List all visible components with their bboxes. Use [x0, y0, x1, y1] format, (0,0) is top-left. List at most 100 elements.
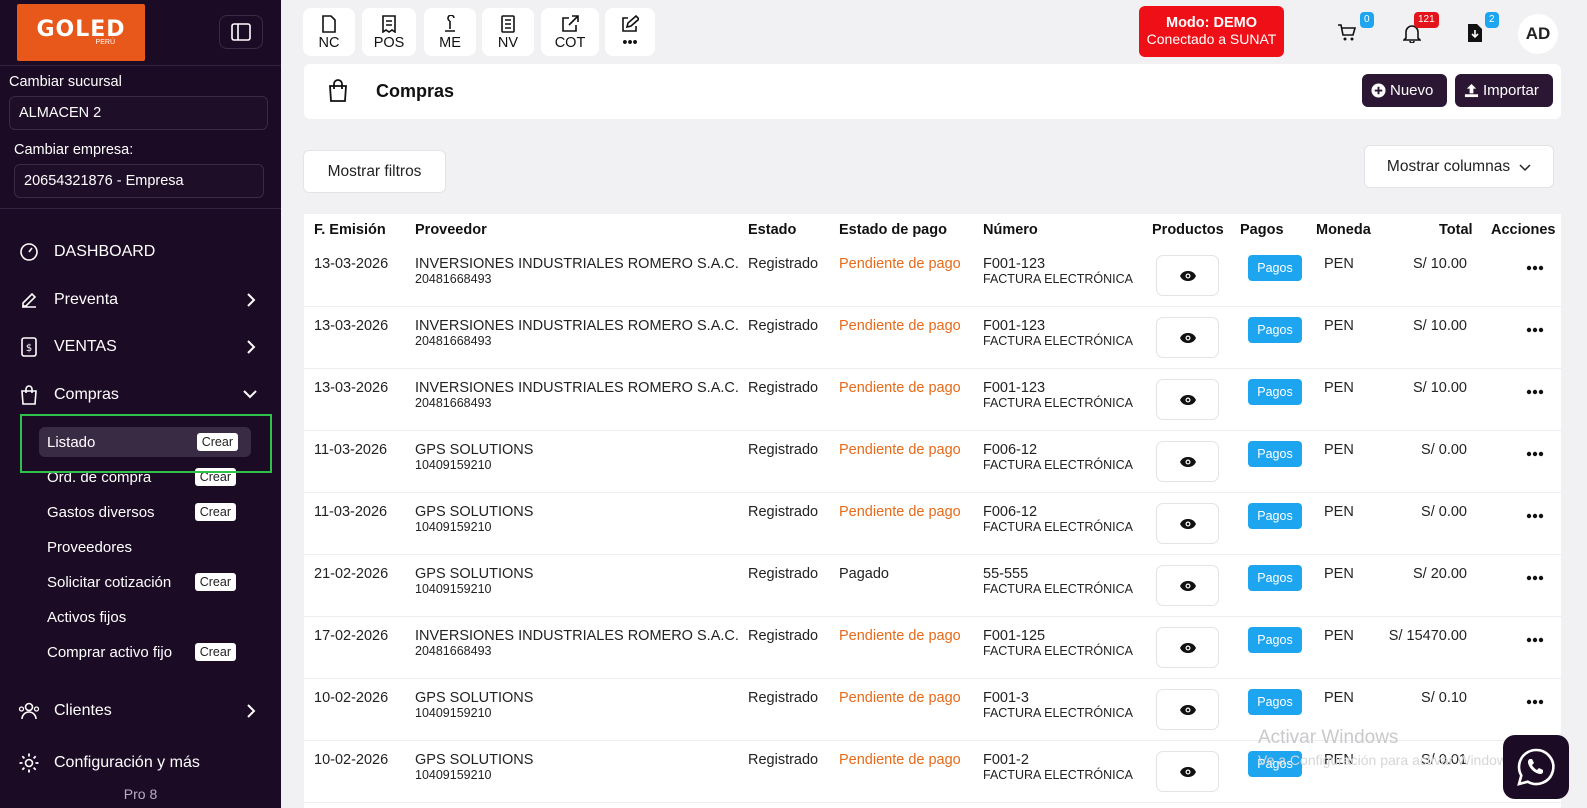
- nav-label: DASHBOARD: [54, 243, 156, 260]
- quick-me-button[interactable]: ME: [424, 8, 476, 56]
- cell-moneda: PEN: [1324, 628, 1354, 644]
- nav-dashboard[interactable]: DASHBOARD: [18, 237, 264, 267]
- crear-button[interactable]: Crear: [194, 573, 236, 591]
- more-actions-icon[interactable]: [1526, 265, 1544, 271]
- company-logo[interactable]: GOLED PERÚ: [17, 4, 145, 61]
- eye-icon: [1179, 270, 1196, 281]
- mode-status-badge[interactable]: Modo: DEMO Conectado a SUNAT: [1139, 6, 1284, 57]
- pagos-button[interactable]: Pagos: [1248, 689, 1302, 715]
- pagos-button[interactable]: Pagos: [1248, 565, 1302, 591]
- eye-icon: [1179, 766, 1196, 777]
- proveedor-name: GPS SOLUTIONS: [415, 504, 534, 520]
- proveedor-ruc: 20481668493: [415, 272, 492, 286]
- nav-clientes[interactable]: Clientes: [18, 696, 264, 726]
- gear-icon: [19, 753, 39, 773]
- nav-label: Configuración y más: [54, 754, 200, 771]
- header-fecha[interactable]: F. Emisión: [314, 222, 386, 238]
- header-proveedor[interactable]: Proveedor: [415, 222, 487, 238]
- more-actions-icon[interactable]: [1526, 637, 1544, 643]
- cell-fecha: 13-03-2026: [314, 318, 389, 334]
- pagos-button[interactable]: Pagos: [1248, 255, 1302, 281]
- quick-cot-button[interactable]: COT: [541, 8, 599, 56]
- windows-watermark-title: Activar Windows: [1258, 727, 1399, 748]
- import-button[interactable]: Importar: [1455, 74, 1553, 107]
- quick-nv-button[interactable]: NV: [482, 8, 534, 56]
- quick-pos-button[interactable]: POS: [362, 8, 416, 56]
- receipt-icon: [382, 15, 396, 33]
- company-select[interactable]: 20654321876 - Empresa: [14, 164, 264, 198]
- numero-tipo: FACTURA ELECTRÓNICA: [983, 582, 1134, 596]
- more-actions-icon[interactable]: [1526, 327, 1544, 333]
- header-moneda[interactable]: Moneda: [1316, 222, 1371, 238]
- view-products-button[interactable]: [1156, 503, 1219, 544]
- crear-button[interactable]: Crear: [194, 643, 236, 661]
- header-acciones[interactable]: Acciones: [1491, 222, 1555, 238]
- sub-item-comprar-activo[interactable]: Comprar activo fijo Crear: [47, 637, 239, 667]
- external-link-icon: [562, 15, 579, 32]
- more-actions-icon[interactable]: [1526, 389, 1544, 395]
- cell-moneda: PEN: [1324, 690, 1354, 706]
- pagos-button[interactable]: Pagos: [1248, 317, 1302, 343]
- more-actions-icon[interactable]: [1526, 451, 1544, 457]
- cell-proveedor: INVERSIONES INDUSTRIALES ROMERO S.A.C. 20…: [415, 318, 739, 348]
- table-row: 21-02-2026 GPS SOLUTIONS 10409159210 Regist…: [304, 555, 1561, 617]
- crear-button[interactable]: Crear: [194, 503, 236, 521]
- cell-estado: Registrado: [748, 566, 819, 582]
- proveedor-ruc: 20481668493: [415, 396, 492, 410]
- import-button-label: Importar: [1483, 82, 1539, 99]
- more-actions-icon[interactable]: [1526, 575, 1544, 581]
- sidebar-toggle-icon: [231, 23, 251, 41]
- more-actions-icon[interactable]: [1526, 699, 1544, 705]
- header-numero[interactable]: Número: [983, 222, 1038, 238]
- pagos-button[interactable]: Pagos: [1248, 503, 1302, 529]
- show-filters-button[interactable]: Mostrar filtros: [303, 150, 446, 193]
- pagos-button[interactable]: Pagos: [1248, 627, 1302, 653]
- numero-value: F006-12: [983, 504, 1038, 520]
- nav-compras[interactable]: Compras: [18, 380, 264, 410]
- view-products-button[interactable]: [1156, 317, 1219, 358]
- sub-item-gastos[interactable]: Gastos diversos Crear: [47, 497, 239, 527]
- view-products-button[interactable]: [1156, 441, 1219, 482]
- page-title: Compras: [376, 81, 455, 101]
- user-avatar[interactable]: AD: [1518, 14, 1558, 54]
- quick-nc-button[interactable]: NC: [303, 8, 355, 56]
- nav-configuracion[interactable]: Configuración y más: [18, 748, 264, 778]
- branch-select[interactable]: ALMACEN 2: [9, 96, 268, 130]
- header-estado-pago[interactable]: Estado de pago: [839, 222, 947, 238]
- new-button[interactable]: Nuevo: [1362, 74, 1447, 107]
- quick-more-button[interactable]: •••: [605, 8, 655, 56]
- show-columns-button[interactable]: Mostrar columnas: [1364, 145, 1554, 188]
- more-actions-icon[interactable]: [1526, 513, 1544, 519]
- cart-button[interactable]: [1334, 20, 1360, 46]
- header-pagos[interactable]: Pagos: [1240, 222, 1284, 238]
- sub-item-cotizacion[interactable]: Solicitar cotización Crear: [47, 567, 239, 597]
- sub-item-proveedores[interactable]: Proveedores: [47, 532, 239, 562]
- cell-estado: Registrado: [748, 504, 819, 520]
- view-products-button[interactable]: [1156, 565, 1219, 606]
- pagos-button[interactable]: Pagos: [1248, 441, 1302, 467]
- proveedor-ruc: 10409159210: [415, 768, 492, 782]
- header-productos[interactable]: Productos: [1152, 222, 1224, 238]
- view-products-button[interactable]: [1156, 751, 1219, 792]
- nav-preventa[interactable]: Preventa: [18, 285, 264, 315]
- pagos-button[interactable]: Pagos: [1248, 379, 1302, 405]
- numero-value: F001-3: [983, 690, 1029, 706]
- view-products-button[interactable]: [1156, 255, 1219, 296]
- sidebar-toggle-button[interactable]: [219, 15, 263, 49]
- mode-title: Modo: DEMO: [1165, 15, 1257, 31]
- view-products-button[interactable]: [1156, 689, 1219, 730]
- cell-total: S/ 10.00: [1412, 380, 1467, 396]
- divider: [0, 65, 281, 66]
- cell-moneda: PEN: [1324, 442, 1354, 458]
- header-total[interactable]: Total: [1439, 222, 1473, 238]
- view-products-button[interactable]: [1156, 627, 1219, 668]
- sub-item-activos[interactable]: Activos fijos: [47, 602, 239, 632]
- cell-numero: F006-12 FACTURA ELECTRÓNICA: [983, 442, 1133, 472]
- shopping-bag-icon: [21, 385, 37, 405]
- sub-item-label: Proveedores: [47, 538, 133, 556]
- view-products-button[interactable]: [1156, 379, 1219, 420]
- whatsapp-button[interactable]: [1503, 735, 1569, 799]
- users-icon: [18, 702, 40, 720]
- header-estado[interactable]: Estado: [748, 222, 796, 238]
- nav-ventas[interactable]: $ VENTAS: [18, 332, 264, 362]
